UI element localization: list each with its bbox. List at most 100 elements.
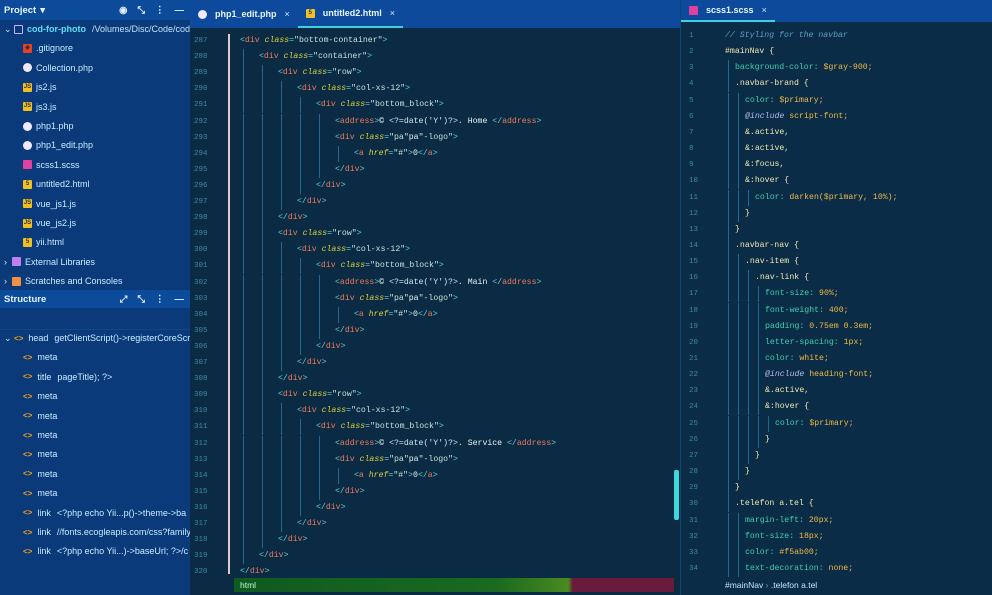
code-line[interactable]: <div class="pa"pa"-logo">	[335, 291, 458, 307]
close-icon[interactable]: ×	[762, 5, 767, 15]
code-line[interactable]: &:active,	[745, 141, 789, 157]
code-line[interactable]: margin-left: 20px;	[745, 513, 833, 529]
code-line[interactable]: color: #f5ab00;	[745, 545, 819, 561]
project-header[interactable]: Project ▾ ◉ ⤡ ⋮ —	[0, 0, 190, 20]
tree-root[interactable]: ⌄ cod-for-photo/Volumes/Disc/Code/cod	[0, 20, 190, 38]
file-item[interactable]: 5 yii.html	[0, 233, 190, 251]
code-line[interactable]: color: $primary;	[775, 416, 854, 432]
structure-item[interactable]: <> link <?php echo Yii...p()->theme->ba	[0, 504, 190, 522]
code-line[interactable]: }	[745, 206, 750, 222]
code-line[interactable]: }	[755, 448, 760, 464]
code-line[interactable]: <div class="container">	[259, 49, 372, 65]
structure-header[interactable]: Structure ⤢ ⤡ ⋮ —	[0, 290, 190, 308]
file-item[interactable]: 5 untitled2.html	[0, 175, 190, 193]
code-line[interactable]: </div>	[316, 500, 346, 516]
breadcrumb-item[interactable]: html	[240, 580, 256, 590]
code-line[interactable]: }	[765, 432, 770, 448]
chevron-down-icon[interactable]: ⌄	[4, 333, 14, 344]
minimize-icon[interactable]: —	[175, 294, 185, 305]
file-item[interactable]: php1.php	[0, 117, 190, 135]
code-line[interactable]: </div>	[335, 323, 365, 339]
code-line[interactable]: </div>	[278, 532, 308, 548]
code-line[interactable]: text-decoration: none;	[745, 561, 853, 577]
tab-php1_edit-php[interactable]: php1_edit.php ×	[190, 0, 298, 28]
code-line[interactable]: <div class="bottom_block">	[316, 258, 444, 274]
code-line[interactable]: }	[735, 480, 740, 496]
code-line[interactable]: <address>© <?=date('Y')?>. Home </addres…	[335, 114, 541, 130]
tab-scss1[interactable]: scss1.scss ×	[681, 0, 775, 22]
file-item[interactable]: ◆ .gitignore	[0, 39, 190, 57]
structure-item[interactable]: <> meta	[0, 348, 190, 366]
code-line[interactable]: @include heading-font;	[765, 367, 873, 383]
code-line[interactable]: font-size: 90%;	[765, 286, 839, 302]
code-line[interactable]: </div>	[259, 548, 289, 564]
code-line[interactable]: <div class="bottom_block">	[316, 97, 444, 113]
chevron-right-icon[interactable]: ›	[4, 257, 12, 267]
scrollbar[interactable]	[674, 470, 679, 520]
code-line[interactable]: // Styling for the navbar	[725, 28, 848, 44]
code-line[interactable]: </div>	[297, 516, 327, 532]
tab-untitled2-html[interactable]: 5 untitled2.html ×	[297, 0, 404, 28]
code-line[interactable]: <address>© <?=date('Y')?>. Service </add…	[335, 436, 556, 452]
code-line[interactable]: <address>© <?=date('Y')?>. Main </addres…	[335, 275, 541, 291]
code-line[interactable]: <div class="bottom_block">	[316, 419, 444, 435]
structure-item[interactable]: <> meta	[0, 465, 190, 483]
expand-icon[interactable]: ⤢	[120, 294, 128, 305]
more-icon[interactable]: ⋮	[155, 5, 165, 16]
structure-item[interactable]: <> meta	[0, 387, 190, 405]
structure-item[interactable]: ⌄ <> head getClientScript()->registerCoreS…	[0, 329, 190, 347]
code-line[interactable]: </div>	[297, 194, 327, 210]
code-line[interactable]: </div>	[278, 210, 308, 226]
code-line[interactable]: <div class="bottom-container">	[240, 33, 387, 49]
code-line[interactable]: <a href="#">0</a>	[354, 468, 438, 484]
structure-item[interactable]: <> link //fonts.ecogleapis.com/css?family	[0, 523, 190, 541]
structure-item[interactable]: <> title pageTitle); ?>	[0, 368, 190, 386]
code-line[interactable]: <div class="col-xs-12">	[297, 403, 410, 419]
code-line[interactable]: </div>	[316, 178, 346, 194]
file-item[interactable]: Collection.php	[0, 59, 190, 77]
code-line[interactable]: }	[735, 222, 740, 238]
code-line[interactable]: font-weight: 400;	[765, 303, 849, 319]
code-line[interactable]: </div>	[316, 339, 346, 355]
code-line[interactable]: .telefon a.tel {	[735, 496, 814, 512]
code-line[interactable]: <div class="row">	[278, 387, 362, 403]
file-item[interactable]: php1_edit.php	[0, 136, 190, 154]
code-line[interactable]: </div>	[278, 371, 308, 387]
code-line[interactable]: <div class="row">	[278, 226, 362, 242]
scss-editor[interactable]: scss1.scss × 1 // Styling for the navbar 2 #…	[680, 0, 992, 595]
code-line[interactable]: <div class="row">	[278, 65, 362, 81]
code-line[interactable]: color: $primary;	[745, 93, 824, 109]
locate-icon[interactable]: ◉	[119, 5, 127, 16]
breadcrumb[interactable]: html	[234, 578, 674, 592]
code-line[interactable]: .navbar-nav {	[735, 238, 799, 254]
file-item[interactable]: JS js2.js	[0, 78, 190, 96]
breadcrumb-item[interactable]: #mainNav	[725, 580, 763, 590]
code-line[interactable]: <div class="col-xs-12">	[297, 242, 410, 258]
structure-item[interactable]: <> meta	[0, 407, 190, 425]
file-item[interactable]: scss1.scss	[0, 156, 190, 174]
code-line[interactable]: &:hover {	[765, 399, 809, 415]
code-line[interactable]: <div class="pa"pa"-logo">	[335, 130, 458, 146]
code-line[interactable]: &.active,	[745, 125, 789, 141]
close-icon[interactable]: ×	[285, 9, 290, 19]
code-line[interactable]: color: darken($primary, 10%);	[755, 190, 898, 206]
code-line[interactable]: letter-spacing: 1px;	[765, 335, 863, 351]
chevron-down-icon[interactable]: ⌄	[4, 24, 14, 35]
code-line[interactable]: }	[745, 464, 750, 480]
code-line[interactable]: .nav-item {	[745, 254, 799, 270]
code-line[interactable]: <a href="#">0</a>	[354, 307, 438, 323]
minimize-icon[interactable]: —	[175, 5, 185, 16]
code-line[interactable]: @include script-font;	[745, 109, 848, 125]
code-line[interactable]: font-size: 18px;	[745, 529, 824, 545]
code-line[interactable]: </div>	[297, 355, 327, 371]
code-line[interactable]: <a href="#">0</a>	[354, 146, 438, 162]
code-line[interactable]: padding: 0.75em 0.3em;	[765, 319, 873, 335]
code-line[interactable]: </div>	[335, 162, 365, 178]
code-line[interactable]: background-color: $gray-900;	[735, 60, 873, 76]
code-line[interactable]: #mainNav {	[725, 44, 774, 60]
scratches-and-consoles[interactable]: › Scratches and Consoles	[0, 272, 190, 290]
structure-item[interactable]: <> link <?php echo Yii...)->baseUrl; ?>/c	[0, 542, 190, 560]
collapse-icon[interactable]: ⤡	[137, 5, 145, 16]
chevron-right-icon[interactable]: ›	[4, 276, 12, 286]
code-line[interactable]: color: white;	[765, 351, 829, 367]
